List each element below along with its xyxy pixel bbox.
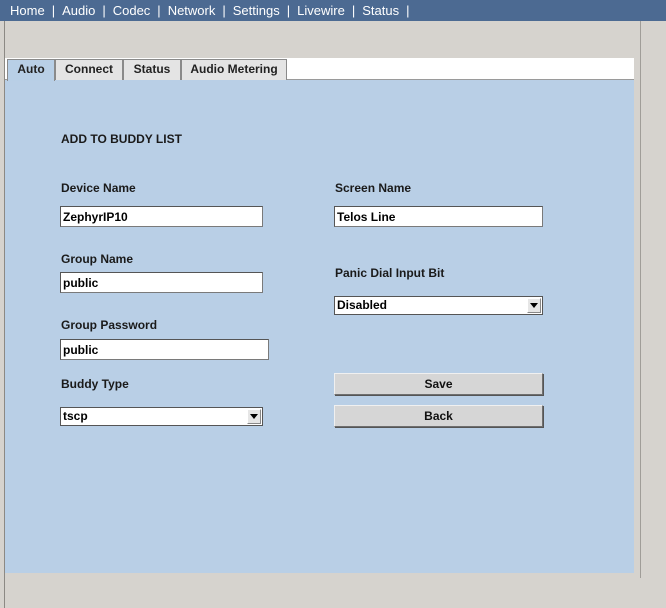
tab-label: Status [133,62,171,76]
nav-separator: | [102,3,106,18]
nav-separator: | [286,3,291,18]
buddy-type-select[interactable]: tscp [60,407,263,426]
tab-audio-metering[interactable]: Audio Metering [181,59,287,80]
nav-settings-link[interactable]: Settings [233,3,280,18]
nav-codec-link[interactable]: Codec [113,3,151,18]
buddy-type-label: Buddy Type [61,377,129,391]
panic-dial-value: Disabled [337,298,388,312]
tab-label: Auto [17,62,45,76]
top-navigation-bar: Home | Audio | Codec | Network | Setting… [0,0,666,21]
chevron-down-icon[interactable] [247,409,261,424]
group-password-input[interactable] [60,339,269,360]
group-name-input[interactable] [60,272,263,293]
nav-separator: | [222,3,226,18]
screen-name-input[interactable] [334,206,543,227]
nav-separator: | [351,3,356,18]
tab-label: Audio Metering [190,62,278,76]
save-button[interactable]: Save [334,373,543,395]
nav-separator: | [406,3,410,18]
buddy-type-value: tscp [63,409,88,423]
form-heading: ADD TO BUDDY LIST [61,132,182,146]
panic-dial-select[interactable]: Disabled [334,296,543,315]
tab-label: Connect [65,62,113,76]
tab-auto[interactable]: Auto [7,59,55,81]
screen-name-label: Screen Name [335,181,412,195]
nav-home-link[interactable]: Home [10,3,45,18]
nav-separator: | [51,3,56,18]
nav-livewire-link[interactable]: Livewire [297,3,345,18]
panic-dial-label: Panic Dial Input Bit [335,266,445,280]
device-name-input[interactable] [60,206,263,227]
group-password-label: Group Password [61,318,158,332]
tab-bar: Auto Connect Status Audio Metering [5,58,634,81]
nav-audio-link[interactable]: Audio [62,3,95,18]
nav-separator: | [157,3,161,18]
device-name-label: Device Name [61,181,136,195]
nav-network-link[interactable]: Network [168,3,216,18]
back-button[interactable]: Back [334,405,543,427]
nav-status-link[interactable]: Status [362,3,399,18]
tab-status[interactable]: Status [123,59,181,80]
tab-connect[interactable]: Connect [55,59,123,80]
chevron-down-icon[interactable] [527,298,541,313]
group-name-label: Group Name [61,252,134,266]
